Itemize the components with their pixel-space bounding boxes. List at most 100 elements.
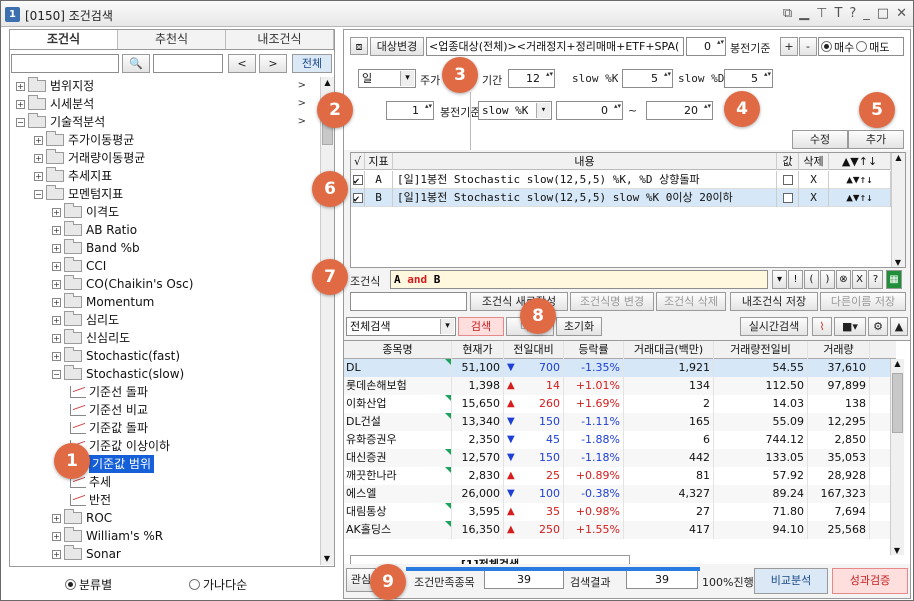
- indicator-select[interactable]: slow %K: [478, 101, 552, 120]
- tab-my-conditions[interactable]: 내조건식: [226, 30, 334, 49]
- value-checkbox[interactable]: [782, 175, 793, 185]
- expand-icon[interactable]: +: [16, 81, 25, 91]
- tree-node[interactable]: + 거래량이동평균: [34, 149, 316, 167]
- tree-search-input[interactable]: [11, 54, 119, 73]
- verify-button[interactable]: 성과검증: [832, 568, 908, 594]
- expand-icon[interactable]: +: [52, 333, 61, 343]
- scroll-up-icon[interactable]: ▲: [891, 359, 904, 368]
- tree-search-input-2[interactable]: [153, 54, 223, 73]
- expand-icon[interactable]: +: [34, 135, 43, 145]
- scroll-down-icon[interactable]: ▼: [891, 546, 903, 555]
- result-row[interactable]: 깨끗한나라 2,830 ▲ 25 +0.89% 81 57.92 28,928: [344, 467, 896, 485]
- help-button[interactable]: ?: [868, 270, 883, 289]
- formula-input[interactable]: A and B: [390, 270, 768, 289]
- range-to-spin[interactable]: 20: [646, 101, 713, 120]
- row-delete-button[interactable]: X: [799, 171, 829, 189]
- realtime-search-button[interactable]: 실시간검색: [740, 317, 808, 336]
- tree-node[interactable]: + 심리도: [52, 311, 316, 329]
- tree-node[interactable]: 기준선 돌파: [70, 383, 316, 401]
- expand-icon[interactable]: +: [52, 243, 61, 253]
- edit-button[interactable]: 수정: [792, 130, 848, 149]
- tree-node[interactable]: + 주가이동평균: [34, 131, 316, 149]
- min-icon[interactable]: _: [863, 6, 870, 21]
- expand-icon[interactable]: +: [52, 279, 61, 289]
- sort-alphabetical-radio[interactable]: 가나다순: [189, 576, 247, 593]
- x-button[interactable]: X: [852, 270, 867, 289]
- result-row[interactable]: 대림통상 3,595 ▲ 35 +0.98% 27 71.80 7,694: [344, 503, 896, 521]
- reset-button[interactable]: 초기화: [556, 317, 602, 336]
- grid-scrollbar[interactable]: ▲ ▼: [891, 153, 905, 267]
- scroll-up-icon[interactable]: ▲: [321, 77, 334, 89]
- close-paren-button[interactable]: ): [820, 270, 835, 289]
- tree-node[interactable]: − Stochastic(slow): [52, 365, 316, 383]
- sell-radio[interactable]: [856, 41, 868, 52]
- restore-icon[interactable]: ⧉: [783, 6, 792, 21]
- submenu-arrow-icon[interactable]: >: [298, 113, 306, 131]
- tree-node[interactable]: + 이격도: [52, 203, 316, 221]
- tree-node[interactable]: + AB Ratio: [52, 221, 316, 239]
- row-checkbox[interactable]: [352, 173, 363, 189]
- search-execute-button[interactable]: 검색: [458, 317, 504, 336]
- save-as-button[interactable]: 다른이름 저장: [820, 292, 906, 311]
- row-delete-button[interactable]: X: [799, 189, 829, 207]
- expand-icon[interactable]: +: [52, 315, 61, 325]
- menu-icon[interactable]: ■▾: [834, 317, 866, 336]
- tree-node[interactable]: + 시세분석 >: [16, 95, 316, 113]
- tree-node[interactable]: 기준값 범위: [70, 455, 316, 473]
- expand-icon[interactable]: ⧈: [350, 37, 368, 55]
- chart-icon[interactable]: ⌇: [812, 317, 832, 336]
- all-button[interactable]: 전체: [292, 54, 332, 73]
- result-row[interactable]: 이화산업 15,650 ▲ 260 +1.69% 2 14.03 138: [344, 395, 896, 413]
- tree-node[interactable]: + Stochastic(fast): [52, 347, 316, 365]
- expand-icon[interactable]: +: [52, 513, 61, 523]
- collapse-icon[interactable]: −: [52, 369, 61, 379]
- row-checkbox[interactable]: [352, 191, 363, 207]
- period-select[interactable]: 일: [358, 69, 416, 88]
- tree-scrollbar[interactable]: ▲ ▼: [320, 77, 334, 565]
- compare-button[interactable]: 비교분석: [754, 568, 828, 594]
- max-icon[interactable]: □: [877, 6, 889, 21]
- tree-node[interactable]: + CCI: [52, 257, 316, 275]
- tree-node[interactable]: 추세: [70, 473, 316, 491]
- not-button[interactable]: !: [788, 270, 803, 289]
- next-button[interactable]: >: [259, 54, 287, 73]
- plus-button[interactable]: +: [780, 37, 798, 56]
- period-spin[interactable]: 12: [508, 69, 555, 88]
- open-paren-button[interactable]: (: [804, 270, 819, 289]
- row-move-buttons[interactable]: ▲▼↑↓: [829, 171, 891, 189]
- buy-radio[interactable]: [821, 41, 832, 52]
- expand-icon[interactable]: +: [52, 225, 61, 235]
- expand-icon[interactable]: +: [52, 549, 61, 559]
- result-scroll-thumb[interactable]: [892, 373, 903, 433]
- tree-node[interactable]: + CO(Chaikin's Osc): [52, 275, 316, 293]
- result-row[interactable]: 에스엘 26,000 ▼ 100 -0.38% 4,327 89.24 167,323: [344, 485, 896, 503]
- value-checkbox[interactable]: [782, 193, 793, 203]
- delete-condition-button[interactable]: 조건식 삭제: [656, 292, 726, 311]
- tree-node[interactable]: 반전: [70, 491, 316, 509]
- tree-node[interactable]: + Band %b: [52, 239, 316, 257]
- result-row[interactable]: AK홀딩스 16,350 ▲ 250 +1.55% 417 94.10 25,568: [344, 521, 896, 539]
- tree-node[interactable]: + 신심리도: [52, 329, 316, 347]
- tree-node[interactable]: − 기술적분석 >: [16, 113, 316, 131]
- submenu-arrow-icon[interactable]: >: [298, 95, 306, 113]
- result-row[interactable]: 유화증권우 2,350 ▼ 45 -1.88% 6 744.12 2,850: [344, 431, 896, 449]
- scope-select[interactable]: 전체검색: [346, 317, 456, 336]
- submenu-arrow-icon[interactable]: >: [298, 77, 306, 95]
- result-row[interactable]: DL 51,100 ▼ 700 -1.35% 1,921 54.55 37,610: [344, 359, 896, 377]
- font-icon[interactable]: T: [834, 6, 842, 21]
- add-button[interactable]: 추가: [848, 130, 904, 149]
- expand-icon[interactable]: +: [16, 99, 25, 109]
- sort-by-category-radio[interactable]: 분류별: [65, 576, 112, 593]
- pin-icon[interactable]: ⊤: [816, 6, 827, 21]
- expand-icon[interactable]: +: [52, 297, 61, 307]
- bong2-spin[interactable]: 1: [386, 101, 434, 120]
- result-row[interactable]: DL건설 13,340 ▼ 150 -1.11% 165 55.09 12,295: [344, 413, 896, 431]
- condition-row[interactable]: B[일]1봉전 Stochastic slow(12,5,5) slow %K …: [351, 189, 891, 207]
- tree-node[interactable]: + William's %R: [52, 527, 316, 545]
- row-move-buttons[interactable]: ▲▼↑↓: [829, 189, 891, 207]
- close-icon[interactable]: ✕: [896, 6, 907, 21]
- condition-name-input[interactable]: [350, 292, 467, 311]
- tree-node[interactable]: + ROC: [52, 509, 316, 527]
- result-row[interactable]: 롯데손해보험 1,398 ▲ 14 +1.01% 134 112.50 97,899: [344, 377, 896, 395]
- expand-icon[interactable]: +: [52, 351, 61, 361]
